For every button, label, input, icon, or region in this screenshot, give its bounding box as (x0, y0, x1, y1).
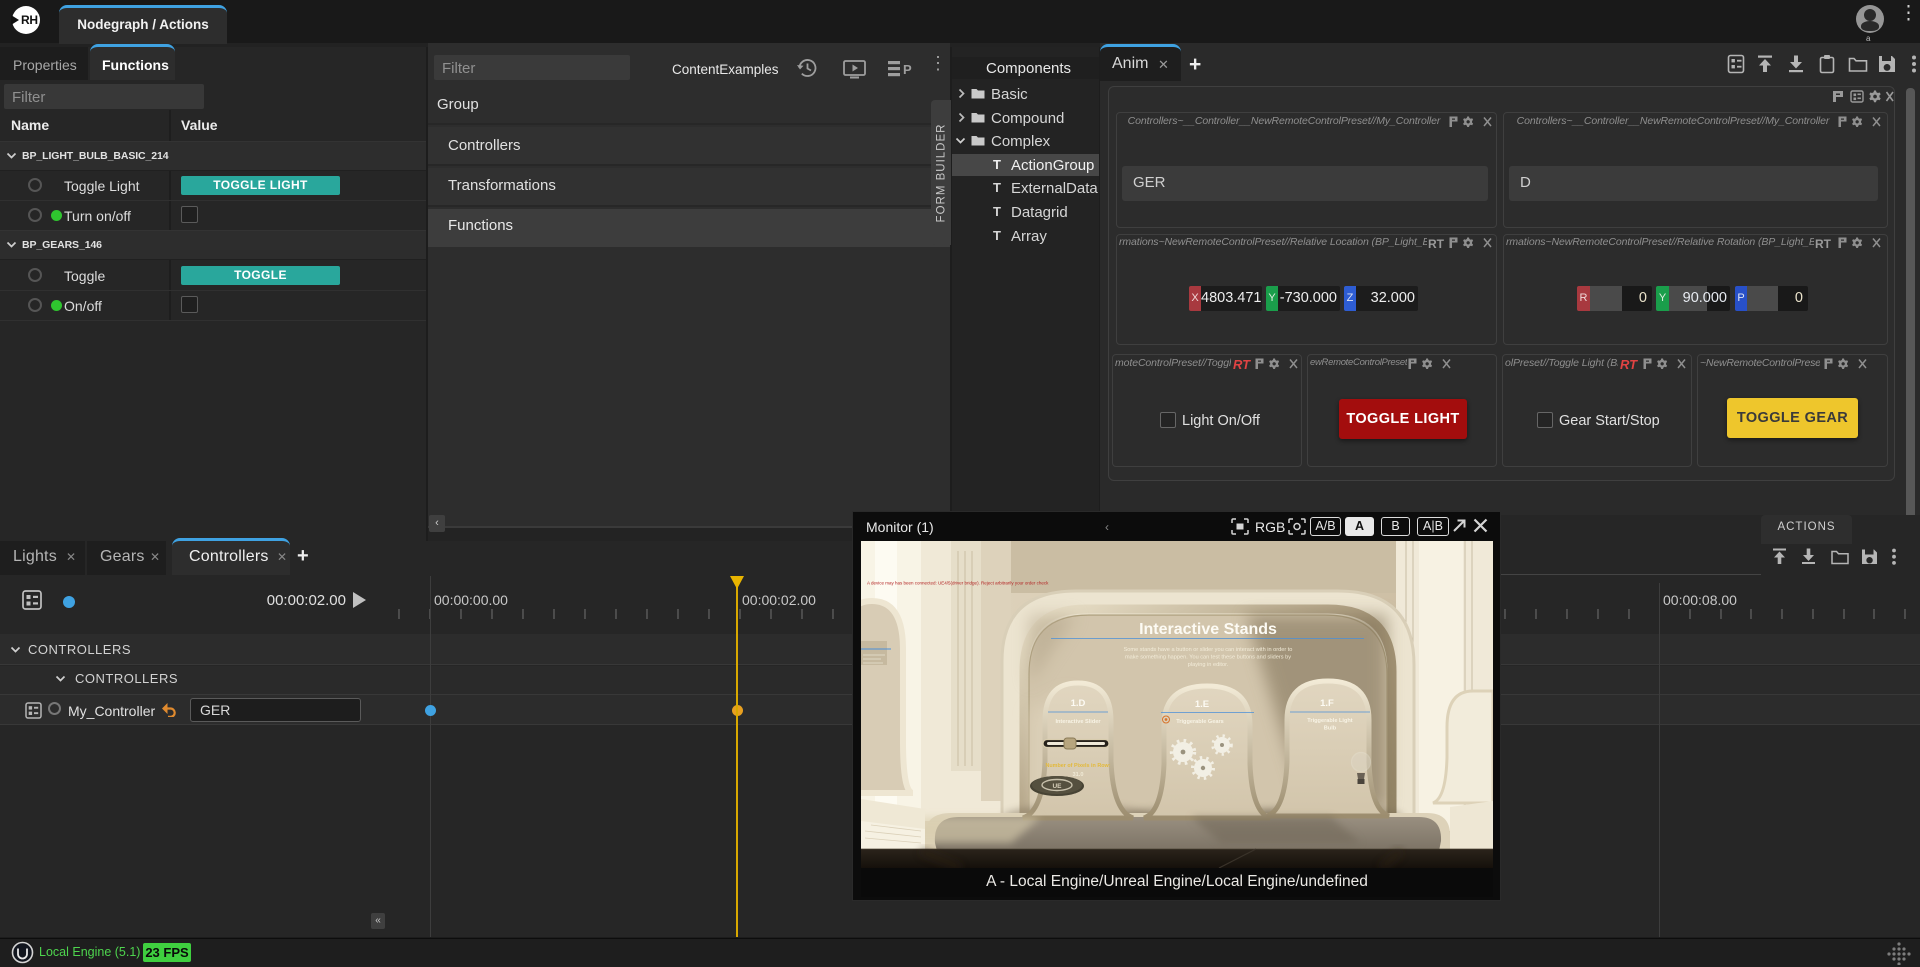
svg-text:Interactive Slider: Interactive Slider (1055, 719, 1101, 725)
svg-text:Triggerable Gears: Triggerable Gears (1176, 719, 1224, 725)
svg-text:Some stands have a button or s: Some stands have a button or slider you … (1124, 647, 1293, 653)
svg-text:P: P (903, 62, 912, 77)
svg-text:A device may has been connecte: A device may has been connected: UE4/5(d… (867, 581, 1049, 586)
svg-text:Number of Pixels in Row:: Number of Pixels in Row: (1046, 763, 1111, 769)
svg-text:UE: UE (1052, 783, 1062, 790)
svg-text:playing in editor.: playing in editor. (1188, 662, 1229, 668)
svg-text:make something happen. You can: make something happen. You can test thes… (1125, 655, 1291, 661)
svg-text:31.0: 31.0 (1073, 772, 1084, 778)
svg-text:1.D: 1.D (1071, 698, 1086, 709)
svg-text:Interactive Stands: Interactive Stands (1139, 621, 1277, 638)
svg-text:1.E: 1.E (1195, 699, 1209, 710)
svg-text:1.F: 1.F (1320, 698, 1334, 709)
svg-text:Bulb: Bulb (1324, 726, 1337, 732)
svg-text:Triggerable Light: Triggerable Light (1307, 718, 1353, 724)
